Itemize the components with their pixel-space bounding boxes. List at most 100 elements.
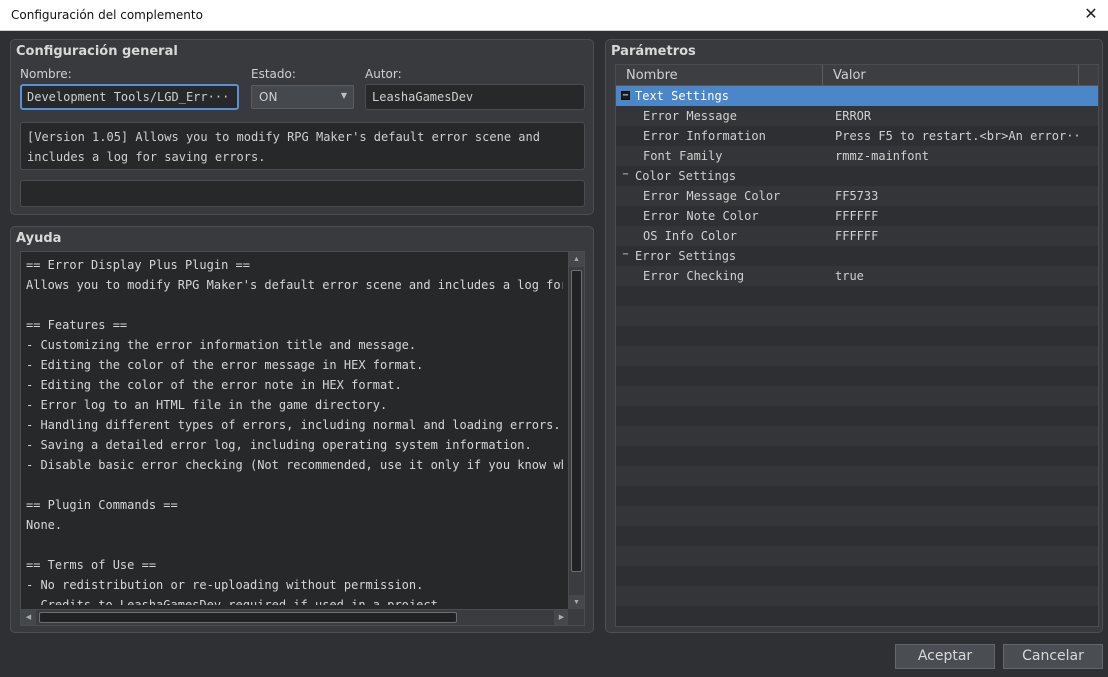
help-line: Allows you to modify RPG Maker's default… bbox=[26, 278, 563, 292]
help-panel: Ayuda == Error Display Plus Plugin == All… bbox=[10, 226, 594, 633]
status-select[interactable]: ON ▼ bbox=[251, 85, 354, 109]
window-title: Configuración del complemento bbox=[11, 8, 203, 22]
parameter-value: FFFFFF bbox=[835, 209, 879, 223]
parameter-name: Error Message Color bbox=[643, 189, 781, 203]
help-line: - Customizing the error information titl… bbox=[26, 338, 417, 352]
help-line: - Error log to an HTML file in the game … bbox=[26, 398, 388, 412]
tree-header: Nombre Valor bbox=[616, 65, 1098, 86]
scroll-left-icon[interactable]: ◀ bbox=[21, 610, 36, 625]
parameter-name: Error Settings bbox=[635, 249, 737, 263]
parameter-row[interactable]: Error Message Color FF5733 bbox=[616, 186, 1098, 206]
empty-row bbox=[616, 406, 1098, 426]
parameter-name: Color Settings bbox=[635, 169, 737, 183]
empty-row bbox=[616, 586, 1098, 606]
parameter-row[interactable]: Error Information Press F5 to restart.<br… bbox=[616, 126, 1098, 146]
help-text: == Error Display Plus Plugin == Allows yo… bbox=[26, 255, 563, 605]
cancel-button[interactable]: Cancelar bbox=[1003, 644, 1103, 669]
empty-row bbox=[616, 386, 1098, 406]
general-settings-panel: Configuración general Nombre: Developmen… bbox=[10, 39, 594, 215]
help-line: == Features == bbox=[26, 318, 128, 332]
accept-button[interactable]: Aceptar bbox=[895, 644, 995, 669]
general-settings-title: Configuración general bbox=[16, 44, 178, 59]
parameter-value: FFFFFF bbox=[835, 229, 879, 243]
collapse-icon[interactable]: − bbox=[621, 170, 630, 180]
empty-row bbox=[616, 606, 1098, 626]
empty-row bbox=[616, 306, 1098, 326]
parameter-group-row[interactable]: − Error Settings bbox=[616, 246, 1098, 266]
parameter-value: rmmz-mainfont bbox=[835, 149, 929, 163]
status-select-value: ON bbox=[259, 90, 278, 104]
help-line: None. bbox=[26, 518, 63, 532]
parameter-value: ERROR bbox=[835, 109, 872, 123]
author-field[interactable]: LeashaGamesDev bbox=[365, 84, 585, 110]
help-line bbox=[26, 535, 563, 555]
scroll-corner bbox=[568, 609, 584, 625]
parameter-value: Press F5 to restart.<br>An error··· bbox=[835, 129, 1080, 143]
empty-row bbox=[616, 566, 1098, 586]
help-line bbox=[26, 295, 563, 315]
empty-row bbox=[616, 286, 1098, 306]
help-horizontal-thumb[interactable] bbox=[39, 612, 457, 623]
help-horizontal-scrollbar[interactable]: ◀ ▶ bbox=[21, 609, 569, 625]
parameter-value: true bbox=[835, 269, 864, 283]
parameters-tree[interactable]: Nombre Valor − Text Settings Error Message… bbox=[615, 64, 1099, 627]
empty-row bbox=[616, 426, 1098, 446]
parameter-value: FF5733 bbox=[835, 189, 879, 203]
parameter-name: Error Note Color bbox=[643, 209, 759, 223]
collapse-icon[interactable]: − bbox=[621, 250, 630, 260]
help-line bbox=[26, 475, 563, 495]
parameter-name: Font Family bbox=[643, 149, 723, 163]
name-field[interactable]: Development Tools/LGD_Err··· ··· bbox=[20, 84, 239, 110]
tree-rows: − Text Settings Error Message ERROR Error In… bbox=[616, 86, 1098, 626]
status-label: Estado: bbox=[251, 67, 296, 81]
column-header-value[interactable]: Valor bbox=[823, 65, 1079, 86]
help-vertical-scrollbar[interactable]: ▲ ▼ bbox=[568, 252, 584, 610]
empty-row bbox=[616, 506, 1098, 526]
chevron-down-icon: ▼ bbox=[340, 91, 347, 100]
help-text-area[interactable]: == Error Display Plus Plugin == Allows yo… bbox=[20, 251, 585, 626]
scroll-down-icon[interactable]: ▼ bbox=[569, 595, 584, 610]
scroll-up-icon[interactable]: ▲ bbox=[569, 252, 584, 267]
scroll-right-icon[interactable]: ▶ bbox=[554, 610, 569, 625]
help-line: == Error Display Plus Plugin == bbox=[26, 258, 250, 272]
description-field[interactable]: [Version 1.05] Allows you to modify RPG … bbox=[20, 122, 585, 170]
parameter-name: Error Checking bbox=[643, 269, 745, 283]
name-label: Nombre: bbox=[20, 67, 72, 81]
parameter-group-row[interactable]: − Color Settings bbox=[616, 166, 1098, 186]
author-label: Autor: bbox=[365, 67, 402, 81]
collapse-icon[interactable]: − bbox=[621, 91, 630, 101]
empty-row bbox=[616, 486, 1098, 506]
empty-row bbox=[616, 346, 1098, 366]
empty-row bbox=[616, 526, 1098, 546]
parameter-name: Error Information bbox=[643, 129, 766, 143]
empty-row bbox=[616, 446, 1098, 466]
empty-row bbox=[616, 326, 1098, 346]
parameter-row[interactable]: Error Message ERROR bbox=[616, 106, 1098, 126]
parameter-row[interactable]: Error Note Color FFFFFF bbox=[616, 206, 1098, 226]
empty-row bbox=[616, 366, 1098, 386]
parameter-group-row[interactable]: − Text Settings bbox=[616, 86, 1098, 106]
help-line: - Handling different types of errors, in… bbox=[26, 418, 561, 432]
help-line: - Disable basic error checking (Not reco… bbox=[26, 458, 563, 472]
parameter-row[interactable]: OS Info Color FFFFFF bbox=[616, 226, 1098, 246]
parameter-name: Text Settings bbox=[635, 89, 729, 103]
parameter-row[interactable]: Font Family rmmz-mainfont bbox=[616, 146, 1098, 166]
help-vertical-thumb[interactable] bbox=[571, 270, 582, 572]
help-line: == Terms of Use == bbox=[26, 558, 157, 572]
extra-field[interactable] bbox=[20, 180, 585, 207]
help-line: - Editing the color of the error message… bbox=[26, 358, 424, 372]
help-line: - Editing the color of the error note in… bbox=[26, 378, 402, 392]
help-line: - No redistribution or re-uploading with… bbox=[26, 578, 424, 592]
empty-row bbox=[616, 466, 1098, 486]
parameter-row[interactable]: Error Checking true bbox=[616, 266, 1098, 286]
help-title: Ayuda bbox=[16, 231, 62, 246]
title-bar: Configuración del complemento ✕ bbox=[0, 0, 1108, 31]
help-line: - Saving a detailed error log, including… bbox=[26, 438, 532, 452]
help-line: - Credits to LeashaGamesDev required if … bbox=[26, 598, 446, 605]
close-icon[interactable]: ✕ bbox=[1078, 3, 1104, 27]
parameters-title: Parámetros bbox=[611, 44, 696, 59]
help-line: == Plugin Commands == bbox=[26, 498, 178, 512]
parameters-panel: Parámetros Nombre Valor − Text Settings Er… bbox=[605, 39, 1103, 633]
column-header-name[interactable]: Nombre bbox=[616, 65, 823, 86]
empty-row bbox=[616, 546, 1098, 566]
